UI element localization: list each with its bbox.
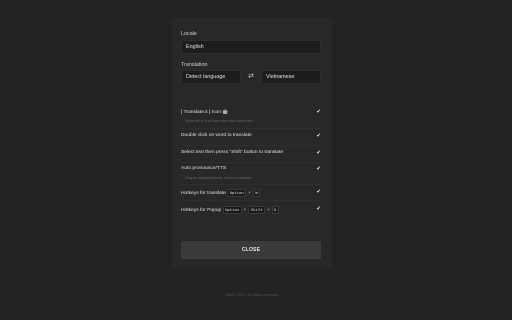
divider [181, 145, 321, 146]
option-hotkey-translate-checkbox[interactable]: ✔ [316, 189, 321, 195]
option-tts-checkbox[interactable]: ✔ [316, 166, 321, 172]
key-d: D [271, 206, 279, 214]
option-double-click-label: Double click on word to translate [181, 133, 252, 138]
option-tts-description: Only for word/dictionary not for sentenc… [185, 176, 252, 180]
footer-text: Since 2020 - All rights reserved. [225, 293, 279, 297]
option-hotkey-popup-label: Hotkeys for Popup [181, 208, 222, 213]
locale-label: Locale [181, 31, 197, 37]
key-option: Option [227, 189, 247, 197]
option-double-click-checkbox[interactable]: ✔ [316, 133, 321, 139]
option-shift-label: Select text then press "Shift" button to… [181, 150, 284, 155]
source-language-select[interactable]: Detect language [181, 70, 241, 84]
close-button[interactable]: CLOSE [181, 241, 321, 259]
divider [181, 128, 321, 129]
target-language-select[interactable]: Vietnamese [261, 70, 321, 84]
option-tts-label: Auto pronounce/TTS [181, 166, 227, 171]
settings-panel [172, 18, 332, 268]
key-shift: Shift [248, 206, 266, 214]
option-icon-checkbox[interactable]: ✔ [316, 109, 321, 115]
option-shift-checkbox[interactable]: ✔ [316, 150, 321, 156]
option-hotkey-popup-checkbox[interactable]: ✔ [316, 206, 321, 212]
translation-label: Translation [181, 62, 208, 68]
robot-icon: 🤖 [222, 110, 229, 115]
option-icon-description: Show left to it an icon when you select … [185, 119, 253, 123]
key-option: Option [222, 206, 242, 214]
divider [181, 200, 321, 201]
divider [181, 184, 321, 185]
swap-languages-icon[interactable]: ⇄ [246, 73, 256, 81]
locale-select[interactable]: English [181, 40, 321, 54]
option-hotkey-translate-label: Hotkeys for translate [181, 191, 226, 196]
divider [181, 162, 321, 163]
option-icon-label: [ Translate.it ] Icon [181, 110, 221, 115]
key-w: W [252, 189, 261, 197]
